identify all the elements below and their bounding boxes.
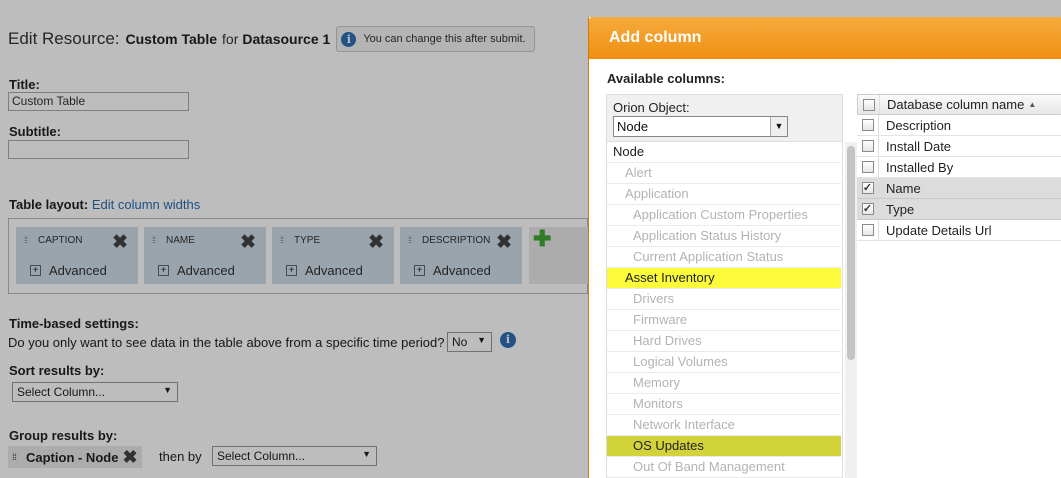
db-column-name: Install Date [886,138,952,154]
db-column-row[interactable]: Installed By [857,157,1061,178]
scrollbar-thumb[interactable] [847,146,855,360]
orion-object-value: Node [617,119,649,134]
tree-item[interactable]: OS Updates [607,436,841,457]
orion-object-header: Orion Object: Node ▼ [607,95,842,142]
db-column-row[interactable]: ✓ Name [857,178,1061,199]
tree-item[interactable]: Application Status History [607,226,841,247]
column-checkbox[interactable] [861,119,874,131]
checkbox-cell [857,220,879,240]
db-column-name: Description [886,117,952,133]
orion-object-panel: Orion Object: Node ▼ Node Alert Applicatio… [606,94,857,478]
select-all-cell [858,95,880,114]
tree-scrollbar[interactable] [845,142,857,478]
column-checkbox[interactable] [861,140,874,152]
chevron-down-icon[interactable]: ▼ [770,117,787,136]
add-column-dialog: Add column Available columns: Orion Obje… [588,17,1061,478]
db-column-row[interactable]: Install Date [857,136,1061,157]
dialog-title: Add column [589,17,1061,59]
column-checkbox[interactable] [861,161,874,173]
column-checkbox[interactable]: ✓ [861,203,874,215]
available-columns-label: Available columns: [607,71,725,86]
select-all-checkbox[interactable] [862,98,875,111]
tree-item[interactable]: Hard Drives [607,331,841,352]
tree-item[interactable]: Memory [607,373,841,394]
checkbox-cell: ✓ [857,199,879,219]
tree-item[interactable]: Application [607,184,841,205]
tree-item[interactable]: Out Of Band Management [607,457,841,478]
tree-item[interactable]: Network Interface [607,415,841,436]
db-column-header[interactable]: Database column name [880,97,1024,112]
orion-object-select[interactable]: Node ▼ [613,116,788,137]
tree-item[interactable]: Alert [607,163,841,184]
tree-item[interactable]: Firmware [607,310,841,331]
tree-item[interactable]: Asset Inventory [607,268,841,289]
tree-item[interactable]: Node [607,142,841,163]
db-column-row[interactable]: ✓ Type [857,199,1061,220]
db-column-name: Type [886,201,915,217]
column-checkbox[interactable]: ✓ [861,182,874,194]
db-column-name: Installed By [886,159,954,175]
database-columns-panel: Database column name ▲ Description Instal… [857,94,1061,478]
checkbox-cell [857,115,879,135]
db-column-name: Update Details Url [886,222,992,238]
checkbox-cell [857,136,879,156]
column-checkbox[interactable] [861,224,874,236]
checkbox-cell: ✓ [857,178,879,198]
checkbox-cell [857,157,879,177]
db-column-row[interactable]: Description [857,115,1061,136]
tree-item[interactable]: Monitors [607,394,841,415]
tree-item[interactable]: Logical Volumes [607,352,841,373]
orion-object-label: Orion Object: [613,100,690,115]
object-tree: Node Alert Application Application Custom P… [607,142,843,478]
tree-item[interactable]: Drivers [607,289,841,310]
db-column-row[interactable]: Update Details Url [857,220,1061,241]
db-column-header-row[interactable]: Database column name ▲ [857,94,1061,115]
tree-item[interactable]: Application Custom Properties [607,205,841,226]
db-column-list: Description Install Date Installed By ✓ Name… [857,115,1061,241]
sort-asc-icon: ▲ [1028,100,1037,109]
tree-item[interactable]: Current Application Status [607,247,841,268]
db-column-name: Name [886,180,921,196]
